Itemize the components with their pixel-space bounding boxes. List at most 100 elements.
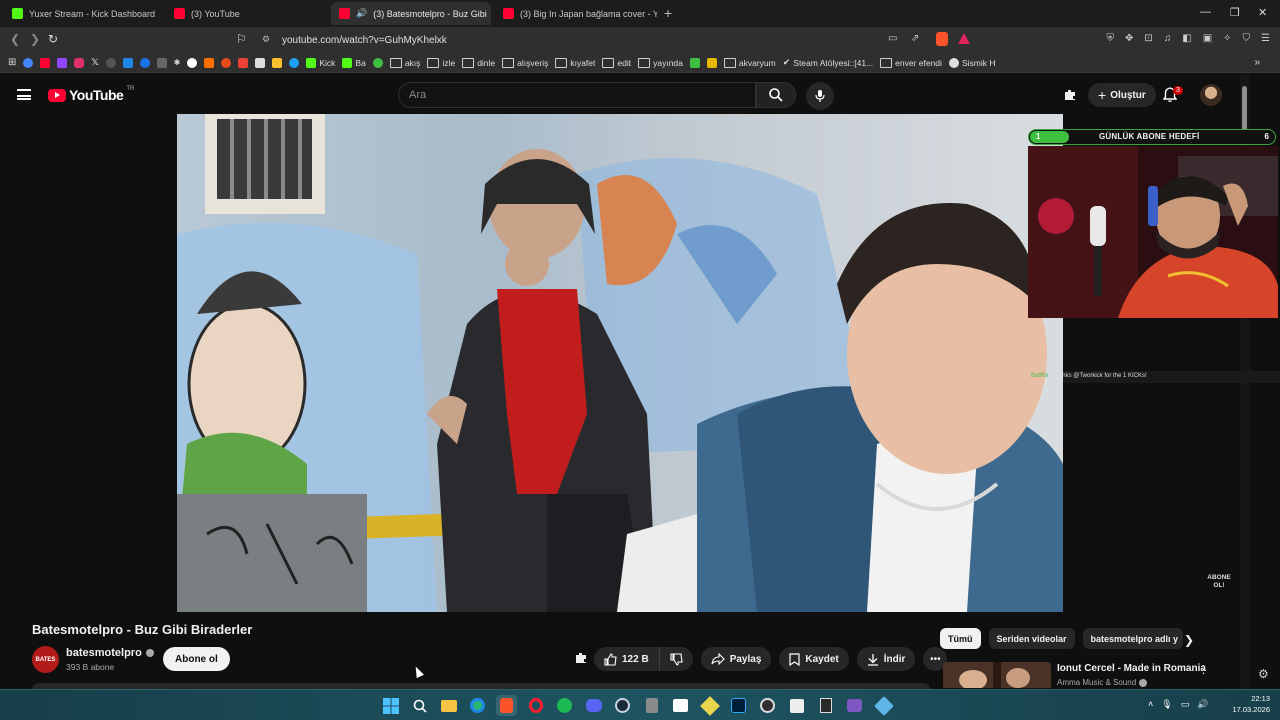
shield-icon[interactable]: ⛉: [1243, 33, 1251, 44]
spotify-bookmark-icon[interactable]: [187, 57, 198, 68]
create-button[interactable]: + Oluştur: [1088, 83, 1156, 107]
bird-icon[interactable]: [289, 57, 300, 68]
menu-icon[interactable]: ☰: [1261, 33, 1270, 44]
app-icon[interactable]: [786, 695, 807, 716]
folder-izle[interactable]: izle: [427, 58, 455, 68]
related-video-title[interactable]: Ionut Cercel - Made in Romania: [1057, 663, 1206, 674]
folder-alisveris[interactable]: alışveriş: [502, 58, 548, 68]
tray-chevron-icon[interactable]: ˄: [1148, 699, 1153, 710]
capcut-icon[interactable]: [670, 695, 691, 716]
hb-icon[interactable]: [204, 57, 215, 68]
vpn-icon[interactable]: ⛨: [1106, 33, 1114, 44]
video-player[interactable]: [177, 114, 1063, 612]
taskbar-clock[interactable]: 22:13 17.03.2026: [1226, 693, 1270, 715]
google-icon[interactable]: [23, 57, 34, 68]
bookmark-icon[interactable]: ⚐: [236, 32, 247, 46]
wiki-icon[interactable]: [156, 57, 167, 68]
user-avatar[interactable]: [1200, 84, 1222, 106]
related-thumbnail[interactable]: [943, 662, 1051, 688]
channel-avatar[interactable]: BATES: [32, 646, 59, 673]
yellow-bookmark-icon[interactable]: [706, 57, 717, 68]
calculator-icon[interactable]: [641, 695, 662, 716]
maps-icon[interactable]: [699, 695, 720, 716]
url-bar[interactable]: ⚙ youtube.com/watch?v=GuhMyKhelxk ▭ ⇗: [256, 30, 976, 50]
subscribe-button[interactable]: Abone ol: [163, 647, 230, 671]
spotify-icon[interactable]: [554, 695, 575, 716]
epic-games-icon[interactable]: [815, 695, 836, 716]
hamburger-menu-icon[interactable]: [17, 89, 31, 100]
notes-icon[interactable]: [272, 57, 283, 68]
leo-icon[interactable]: ✧: [1223, 33, 1231, 44]
windows-start-icon[interactable]: [380, 695, 401, 716]
channel-name[interactable]: batesmotelpro: [66, 647, 154, 659]
app-gear-icon[interactable]: [873, 695, 894, 716]
tab-youtube-home[interactable]: (3) YouTube: [166, 2, 330, 25]
search-icon[interactable]: [409, 695, 430, 716]
site-settings-icon[interactable]: ⚙: [262, 34, 270, 45]
music-icon[interactable]: ♫: [1164, 33, 1172, 44]
search-button[interactable]: [756, 82, 796, 108]
extensions-icon[interactable]: ✥: [1125, 33, 1133, 44]
volume-icon[interactable]: 🔊: [1197, 699, 1208, 710]
folder-akis[interactable]: akış: [390, 58, 421, 68]
forward-icon[interactable]: ❯: [30, 32, 40, 46]
extension-puzzle-icon[interactable]: [574, 651, 588, 668]
voice-search-button[interactable]: [806, 82, 834, 110]
tab-batesmotelpro[interactable]: 🔊 (3) Batesmotelpro - Buz Gibi ✕: [331, 2, 491, 25]
play-icon[interactable]: [139, 57, 150, 68]
github-icon[interactable]: [105, 57, 116, 68]
wallet-icon[interactable]: ▣: [1203, 33, 1212, 44]
new-tab-button[interactable]: +: [664, 5, 672, 21]
gear-bookmark-icon[interactable]: ✱: [174, 58, 181, 67]
bookmark-ba[interactable]: Ba: [342, 57, 366, 68]
instagram-icon[interactable]: [74, 57, 85, 68]
screenshot-icon[interactable]: ⊡: [1144, 33, 1152, 44]
apps-grid-icon[interactable]: ⊞: [8, 57, 16, 68]
scrollbar-thumb[interactable]: [1242, 86, 1247, 131]
bookmark-sismik[interactable]: Sismik H: [948, 57, 995, 68]
brave-icon[interactable]: [496, 695, 517, 716]
x-icon[interactable]: 𝕏: [91, 57, 98, 68]
share-button[interactable]: Paylaş: [700, 647, 772, 671]
speaker-icon[interactable]: 🔊: [356, 8, 367, 19]
extension-puzzle-icon[interactable]: [1063, 88, 1077, 102]
cast-icon[interactable]: ▭: [888, 33, 897, 44]
folder-dinle[interactable]: dinle: [462, 58, 495, 68]
pinterest-icon[interactable]: [221, 57, 232, 68]
chips-next-icon[interactable]: ❯: [1184, 633, 1194, 647]
folder-edit[interactable]: edit: [602, 58, 631, 68]
youtube-icon[interactable]: [40, 57, 51, 68]
like-button[interactable]: 122 B: [594, 647, 660, 671]
brave-shield-icon[interactable]: [936, 32, 948, 46]
photoshop-icon[interactable]: [728, 695, 749, 716]
share-icon[interactable]: ⇗: [911, 33, 919, 44]
chip-channel[interactable]: batesmotelpro adlı y: [1082, 628, 1183, 649]
folder-akvaryum[interactable]: akvaryum: [724, 58, 776, 68]
brave-rewards-icon[interactable]: [958, 33, 970, 44]
related-more-icon[interactable]: ⋮: [1198, 663, 1209, 676]
network-icon[interactable]: ▭: [1181, 699, 1190, 710]
chip-series[interactable]: Seriden videolar: [988, 628, 1075, 649]
dislike-button[interactable]: [659, 647, 693, 671]
gmail-icon[interactable]: [238, 57, 249, 68]
obs-icon[interactable]: [757, 695, 778, 716]
chip-all[interactable]: Tümü: [940, 628, 981, 649]
q-icon[interactable]: [689, 57, 700, 68]
twitch-icon[interactable]: [57, 57, 68, 68]
tab-kick-dashboard[interactable]: Yuxer Stream - Kick Dashboard: [4, 2, 166, 25]
tab-big-in-japan[interactable]: (3) Big In Japan bağlama cover - You: [495, 2, 657, 25]
reload-icon[interactable]: ↻: [48, 32, 58, 46]
bookmark-steam[interactable]: ✔ Steam Atölyesi::[41...: [783, 57, 873, 68]
microphone-tray-icon[interactable]: 🎙: [1161, 699, 1172, 710]
youtube-logo[interactable]: YouTube TR: [48, 86, 134, 103]
gear-icon[interactable]: ⚙: [1258, 667, 1269, 681]
window-close-icon[interactable]: ✕: [1258, 6, 1267, 19]
back-icon[interactable]: ❮: [10, 32, 20, 46]
restore-icon[interactable]: ❐: [1230, 6, 1240, 19]
minimize-icon[interactable]: —: [1200, 6, 1211, 18]
bookmark-kick[interactable]: Kick: [306, 57, 335, 68]
green-bookmark-icon[interactable]: [372, 57, 383, 68]
folder-enver-efendi[interactable]: enver efendi: [880, 58, 942, 68]
search-input[interactable]: [399, 83, 755, 107]
sidebar-icon[interactable]: ◧: [1182, 33, 1191, 44]
